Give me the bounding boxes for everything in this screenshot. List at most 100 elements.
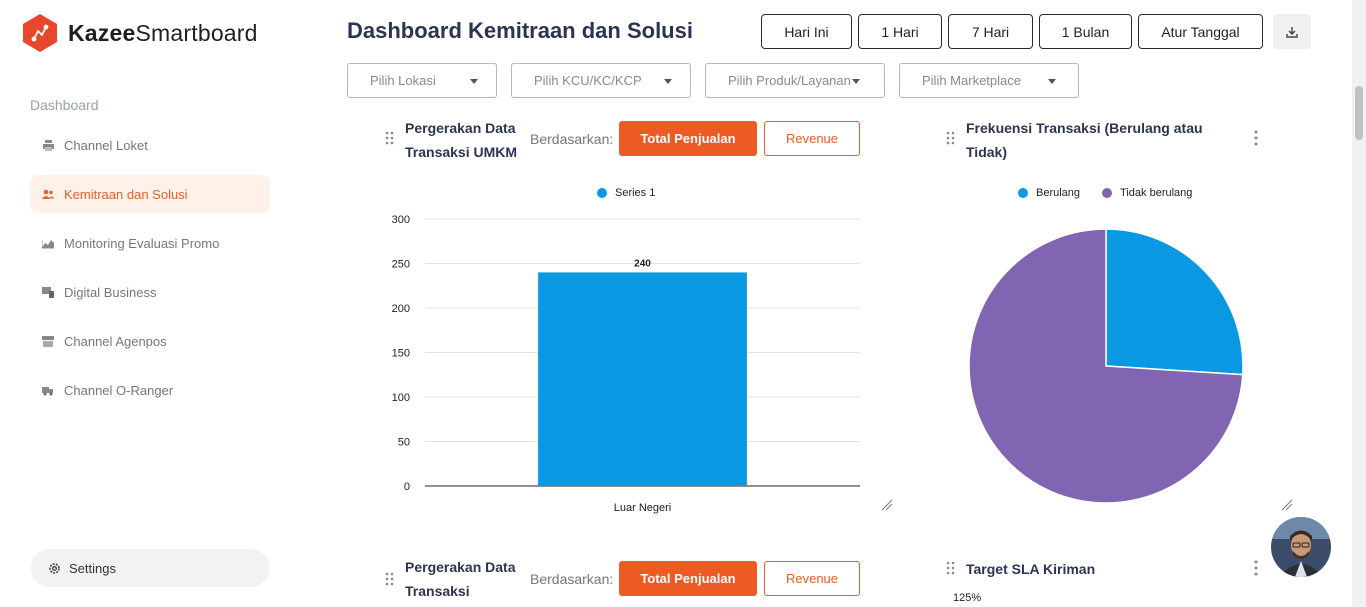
- legend-label: Series 1: [615, 187, 656, 199]
- card-title-line: Pergerakan Data: [405, 559, 516, 575]
- users-icon: [42, 188, 54, 200]
- scrollbar-thumb[interactable]: [1355, 86, 1363, 140]
- assistant-avatar-button[interactable]: [1271, 517, 1331, 577]
- card-title: Target SLA Kiriman: [966, 561, 1096, 577]
- based-on-label: Berdasarkan:: [530, 571, 614, 587]
- x-tick-label: Luar Negeri: [614, 502, 671, 514]
- range-custom-button[interactable]: Atur Tanggal: [1138, 14, 1263, 49]
- sidebar-item-label: Kemitraan dan Solusi: [64, 186, 188, 202]
- resize-handle-icon[interactable]: [881, 499, 893, 511]
- brand-logo[interactable]: KazeeSmartboard: [20, 13, 258, 53]
- total-penjualan-button[interactable]: Total Penjualan: [619, 561, 757, 596]
- bar: [538, 272, 747, 486]
- more-vertical-icon[interactable]: [1253, 130, 1259, 146]
- drag-handle-icon[interactable]: [385, 131, 395, 145]
- y-tick-label: 50: [398, 437, 410, 449]
- sla-tick-label: 125%: [953, 592, 982, 604]
- range-today-button[interactable]: Hari Ini: [761, 14, 852, 49]
- legend-label: Berulang: [1036, 187, 1081, 199]
- more-vertical-icon[interactable]: [1253, 560, 1259, 576]
- filter-label: Pilih Lokasi: [370, 73, 436, 88]
- y-tick-label: 100: [392, 392, 410, 404]
- resize-handle-icon[interactable]: [1281, 499, 1293, 511]
- range-1day-button[interactable]: 1 Hari: [858, 14, 942, 49]
- nav-section-title: Dashboard: [30, 97, 99, 113]
- sidebar-item-label: Channel Loket: [64, 137, 148, 153]
- caret-down-icon: [470, 79, 478, 84]
- gear-icon: [48, 562, 61, 575]
- sidebar-item-label: Monitoring Evaluasi Promo: [64, 235, 220, 251]
- bar-legend: Series 1: [597, 187, 677, 199]
- devices-icon: [42, 286, 54, 298]
- brand-name-rest: Smartboard: [135, 19, 258, 46]
- filter-bar: Pilih Lokasi Pilih KCU/KC/KCP Pilih Prod…: [347, 63, 1093, 98]
- avatar-icon: [1271, 517, 1331, 577]
- filter-marketplace-select[interactable]: Pilih Marketplace: [899, 63, 1079, 98]
- pie-chart: [968, 228, 1244, 504]
- sidebar-item-monitoring[interactable]: Monitoring Evaluasi Promo: [30, 224, 270, 262]
- legend-dot: [1018, 188, 1028, 198]
- y-tick-label: 300: [392, 214, 410, 226]
- y-tick-label: 0: [404, 481, 410, 493]
- download-icon: [1286, 26, 1298, 38]
- pie-slice: [1105, 228, 1244, 376]
- drag-handle-icon[interactable]: [385, 572, 395, 586]
- card-title: Frekuensi Transaksi (Berulang atau Tidak…: [966, 116, 1203, 164]
- filter-label: Pilih Marketplace: [922, 73, 1021, 88]
- store-icon: [42, 335, 54, 347]
- card-title-line: Pergerakan Data: [405, 120, 516, 136]
- chart-area-icon: [42, 237, 54, 249]
- sidebar-nav: Channel Loket Kemitraan dan Solusi Monit…: [30, 126, 270, 420]
- legend-label: Tidak berulang: [1120, 187, 1193, 199]
- sidebar-item-label: Channel Agenpos: [64, 333, 167, 349]
- bar-chart: 0 50 100 150 200 250 300 240 Luar Negeri: [392, 214, 860, 514]
- date-range-group: Hari Ini 1 Hari 7 Hari 1 Bulan Atur Tang…: [761, 14, 1269, 49]
- filter-kcu-select[interactable]: Pilih KCU/KC/KCP: [511, 63, 691, 98]
- based-on-label: Berdasarkan:: [530, 131, 614, 147]
- data-label: 240: [634, 258, 651, 269]
- pie-legend: Berulang Tidak berulang: [1018, 187, 1214, 199]
- revenue-button[interactable]: Revenue: [764, 121, 860, 156]
- total-penjualan-button[interactable]: Total Penjualan: [619, 121, 757, 156]
- y-tick-label: 250: [392, 259, 410, 271]
- download-button[interactable]: [1273, 14, 1311, 49]
- caret-down-icon: [852, 79, 860, 84]
- drag-handle-icon[interactable]: [946, 131, 956, 145]
- sidebar-item-channel-agenpos[interactable]: Channel Agenpos: [30, 322, 270, 360]
- sidebar-item-label: Digital Business: [64, 284, 157, 300]
- filter-produk-select[interactable]: Pilih Produk/Layanan: [705, 63, 885, 98]
- brand-name-bold: Kazee: [68, 19, 136, 46]
- card-title-line: Frekuensi Transaksi (Berulang atau: [966, 120, 1203, 136]
- sidebar-item-kemitraan[interactable]: Kemitraan dan Solusi: [30, 175, 270, 213]
- sidebar-item-label: Channel O-Ranger: [64, 382, 174, 398]
- settings-label: Settings: [69, 560, 116, 576]
- sidebar-item-channel-loket[interactable]: Channel Loket: [30, 126, 270, 164]
- caret-down-icon: [1048, 79, 1056, 84]
- card-title: Pergerakan Data Transaksi: [405, 555, 516, 603]
- revenue-button[interactable]: Revenue: [764, 561, 860, 596]
- filter-label: Pilih Produk/Layanan: [728, 73, 851, 88]
- legend-dot: [1102, 188, 1113, 198]
- filter-lokasi-select[interactable]: Pilih Lokasi: [347, 63, 497, 98]
- card-title-line: Tidak): [966, 144, 1007, 160]
- logo-icon: [23, 14, 57, 52]
- card-title: Pergerakan Data Transaksi UMKM: [405, 116, 517, 164]
- range-1month-button[interactable]: 1 Bulan: [1039, 14, 1132, 49]
- sidebar-item-digital-business[interactable]: Digital Business: [30, 273, 270, 311]
- page-scrollbar[interactable]: [1352, 0, 1366, 607]
- legend-dot: [597, 188, 607, 198]
- settings-button[interactable]: Settings: [30, 549, 270, 587]
- page-title: Dashboard Kemitraan dan Solusi: [347, 18, 693, 43]
- range-7day-button[interactable]: 7 Hari: [948, 14, 1033, 49]
- card-title-line: Transaksi: [405, 583, 470, 599]
- truck-icon: [42, 384, 54, 396]
- printer-icon: [42, 139, 54, 151]
- sidebar: KazeeSmartboard Dashboard Channel Loket …: [0, 0, 300, 607]
- y-tick-label: 150: [392, 348, 410, 360]
- card-title-line: Transaksi UMKM: [405, 144, 518, 160]
- y-tick-label: 200: [392, 303, 410, 315]
- filter-label: Pilih KCU/KC/KCP: [534, 73, 642, 88]
- caret-down-icon: [664, 79, 672, 84]
- drag-handle-icon[interactable]: [946, 561, 956, 575]
- sidebar-item-channel-oranger[interactable]: Channel O-Ranger: [30, 371, 270, 409]
